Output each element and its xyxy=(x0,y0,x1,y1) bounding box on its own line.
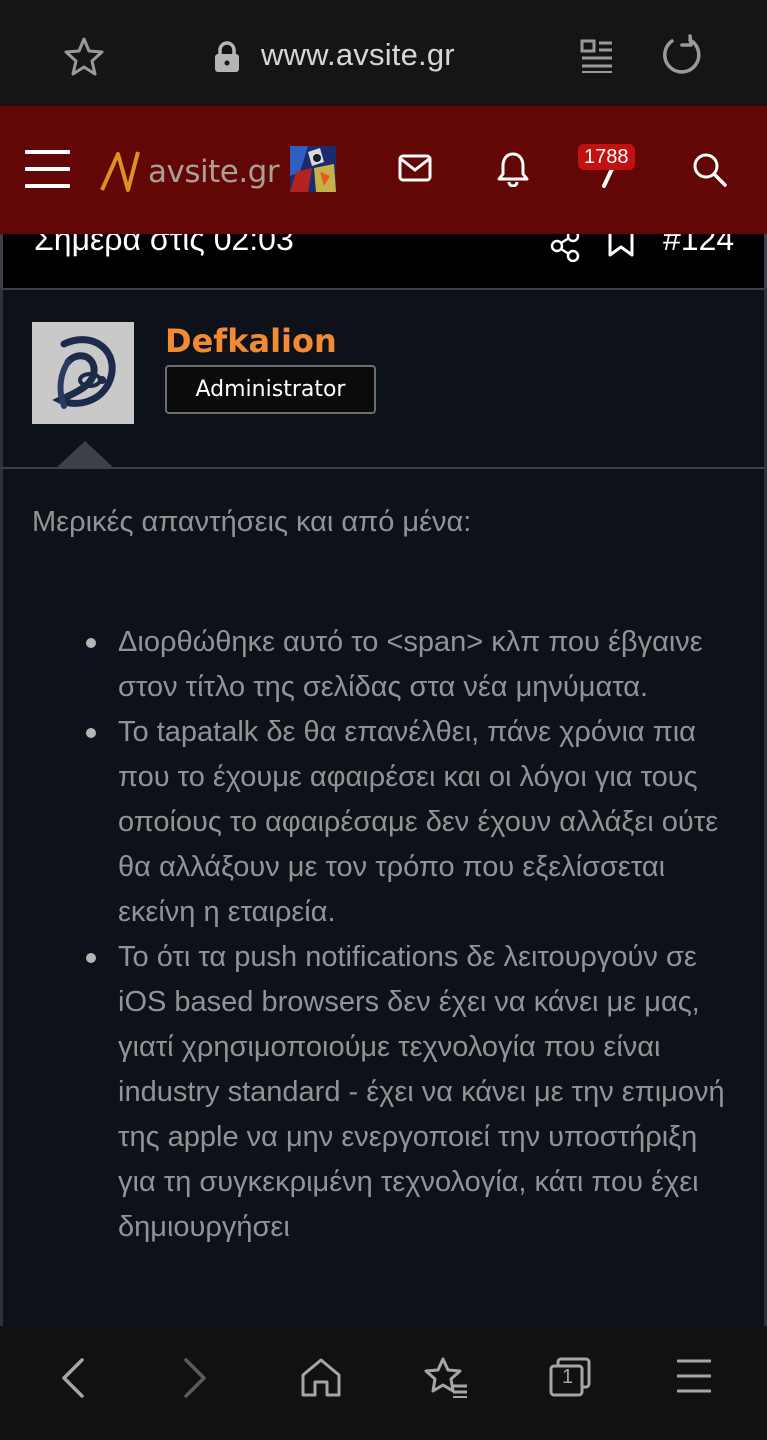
post-meta: Σημερα στις 02:03 #124 xyxy=(0,234,767,288)
reader-icon[interactable] xyxy=(580,39,614,78)
post-date[interactable]: Σημερα στις 02:03 xyxy=(34,234,294,258)
bookmark-icon[interactable] xyxy=(607,234,635,263)
site-header: avsite.gr 1788 xyxy=(0,106,767,234)
share-icon[interactable] xyxy=(549,234,581,267)
user-thumb[interactable] xyxy=(290,146,336,192)
back-icon[interactable] xyxy=(58,1356,88,1405)
reload-icon[interactable] xyxy=(660,34,704,83)
bullet-dot xyxy=(86,638,96,648)
logo-text[interactable]: avsite.gr xyxy=(148,154,280,190)
screen: www.avsite.gr avsite.gr 1788 Σημερα στις… xyxy=(0,0,767,1440)
logo-icon[interactable] xyxy=(98,146,146,196)
post-author-block: Defkalion Administrator xyxy=(0,288,767,469)
forward-icon[interactable] xyxy=(180,1356,210,1405)
list-item: Διορθώθηκε αυτό το <span> κλπ που έβγαιν… xyxy=(32,620,732,710)
search-icon[interactable] xyxy=(692,152,728,193)
post-number[interactable]: #124 xyxy=(663,234,734,258)
list-item-text: Το tapatalk δε θα επανέλθει, πάνε χρόνια… xyxy=(118,716,719,928)
bookmarks-icon[interactable] xyxy=(423,1356,469,1403)
tab-count: 1 xyxy=(562,1366,574,1388)
home-icon[interactable] xyxy=(300,1356,342,1403)
notification-badge[interactable]: 1788 xyxy=(578,144,635,170)
lock-icon xyxy=(213,41,241,78)
list-item-text: Διορθώθηκε αυτό το <span> κλπ που έβγαιν… xyxy=(118,626,703,703)
post-body: Μερικές απαντήσεις και από μένα: Διορθώθ… xyxy=(0,469,767,1326)
list-item: Το tapatalk δε θα επανέλθει, πάνε χρόνια… xyxy=(32,710,732,935)
author-name[interactable]: Defkalion xyxy=(165,322,337,360)
author-avatar[interactable] xyxy=(32,322,134,424)
list-item: Το ότι τα push notifications δε λειτουργ… xyxy=(32,935,732,1250)
menu-icon[interactable] xyxy=(25,150,70,190)
bell-icon[interactable] xyxy=(497,151,529,192)
menu-icon[interactable] xyxy=(675,1356,713,1401)
list-item-text: Το ότι τα push notifications δε λειτουργ… xyxy=(118,941,725,1243)
bullet-list: Διορθώθηκε αυτό το <span> κλπ που έβγαιν… xyxy=(32,620,732,1250)
bullet-dot xyxy=(86,728,96,738)
star-icon[interactable] xyxy=(64,36,104,81)
url-text[interactable]: www.avsite.gr xyxy=(261,37,455,73)
post-intro: Μερικές απαντήσεις και από μένα: xyxy=(32,506,472,538)
message-pointer xyxy=(56,441,114,468)
mail-icon[interactable] xyxy=(398,154,432,187)
role-badge: Administrator xyxy=(165,365,376,414)
browser-address-bar: www.avsite.gr xyxy=(0,0,767,106)
bullet-dot xyxy=(86,953,96,963)
browser-bottom-nav: 1 xyxy=(0,1326,767,1440)
